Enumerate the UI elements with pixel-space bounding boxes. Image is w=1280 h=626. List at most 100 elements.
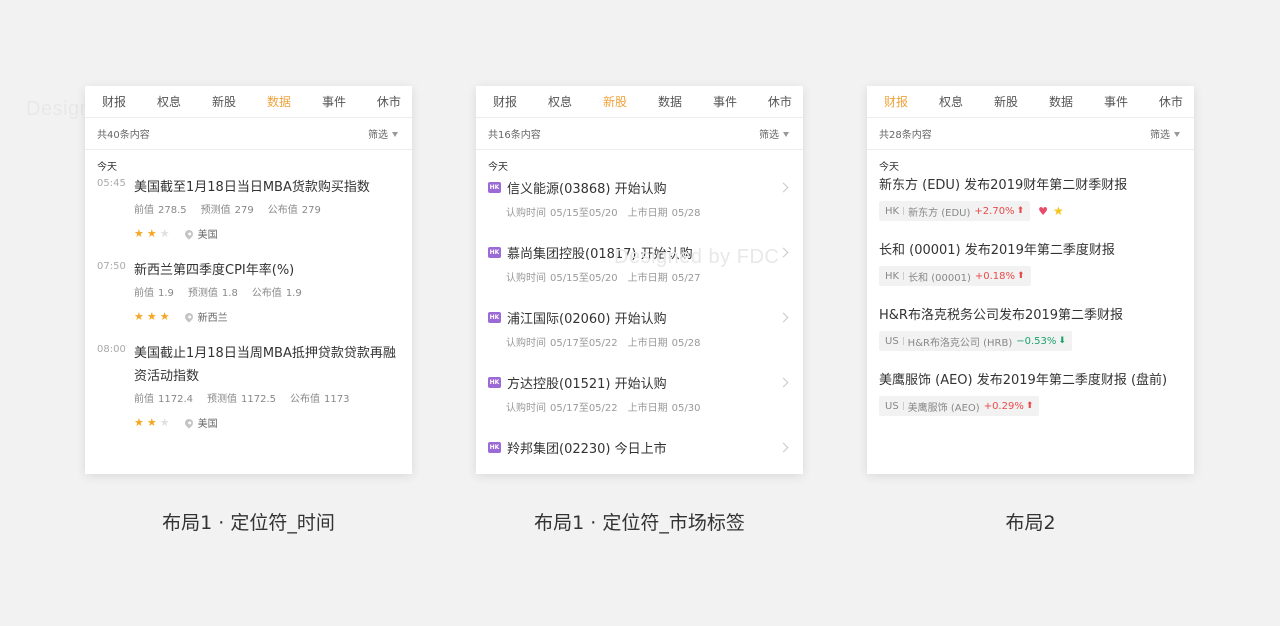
ipo-name: 方达控股(01521) 开始认购	[507, 376, 667, 392]
item-count: 共40条内容	[97, 130, 150, 141]
value-pair: 预测值 1172.5	[207, 390, 276, 405]
ipo-item[interactable]: HK 信义能源(03868) 开始认购 认购时间 05/15至05/20 上市日期 05/…	[476, 176, 803, 219]
tab-5[interactable]: 休市	[768, 93, 792, 110]
ipo-list: HK 信义能源(03868) 开始认购 认购时间 05/15至05/20 上市日期 05/…	[476, 176, 803, 458]
tab-3[interactable]: 数据	[658, 93, 682, 110]
ipo-item[interactable]: HK 羚邦集团(02230) 今日上市	[476, 436, 803, 458]
event-item[interactable]: 07:50 新西兰第四季度CPI年率(%) 前值 1.9 预测值 1.8 公布值 1.9 ★ ★ ★…	[85, 259, 412, 324]
star-icon: ★	[159, 310, 170, 323]
star-icon: ★	[134, 310, 144, 323]
hk-market-tag: HK	[488, 376, 501, 388]
stock-tag[interactable]: US 美鹰服饰 (AEO) +0.29% ⬆	[879, 396, 1040, 416]
listing-date: 上市日期 05/30	[628, 399, 701, 414]
value-label: 前值	[134, 205, 154, 216]
chevron-right-icon[interactable]	[778, 377, 789, 387]
value-number: 278.5	[158, 205, 187, 216]
category-tabs: 财报 权息 新股 数据 事件 休市	[867, 86, 1194, 117]
value-pair: 前值 278.5	[134, 201, 187, 216]
tab-2[interactable]: 新股	[212, 93, 236, 110]
chevron-right-icon[interactable]	[778, 247, 789, 257]
layout2-earnings-card: 财报 权息 新股 数据 事件 休市 共28条内容 筛选 今天 新东方 (EDU) 发布20…	[867, 86, 1194, 474]
tab-1[interactable]: 权息	[939, 93, 963, 110]
tab-4[interactable]: 事件	[713, 93, 737, 110]
filter-button[interactable]: 筛选	[1150, 126, 1180, 141]
subscription-label: 认购时间	[506, 338, 546, 349]
listing-value: 05/27	[671, 273, 701, 284]
event-item[interactable]: 05:45 美国截至1月18日当日MBA货款购买指数 前值 278.5 预测值 279 公布…	[85, 176, 412, 241]
listing-value: 05/30	[671, 403, 701, 414]
section-today: 今天	[879, 162, 899, 173]
value-number: 279	[301, 205, 321, 216]
divider	[903, 207, 905, 215]
tab-0[interactable]: 财报	[493, 93, 517, 110]
earnings-item[interactable]: H&R布洛克税务公司发布2019第二季财报 US H&R布洛克公司 (HRB) −0.…	[867, 306, 1194, 351]
stock-tag[interactable]: HK 新东方 (EDU) +2.70% ⬆	[879, 201, 1031, 221]
filter-button[interactable]: 筛选	[368, 126, 398, 141]
listing-label: 上市日期	[627, 273, 668, 284]
chevron-right-icon[interactable]	[778, 182, 789, 192]
listing-value: 05/28	[671, 338, 701, 349]
section-today: 今天	[488, 162, 508, 173]
value-label: 预测值	[207, 394, 237, 405]
heart-icon[interactable]: ♥	[1038, 205, 1048, 218]
tab-1[interactable]: 权息	[157, 93, 181, 110]
filter-button[interactable]: 筛选	[759, 126, 789, 141]
price-change: +0.18%	[974, 270, 1016, 282]
ipo-item[interactable]: HK 方达控股(01521) 开始认购 认购时间 05/17至05/22 上市日期 05/…	[476, 371, 803, 414]
listing-date: 上市日期 05/28	[628, 204, 701, 219]
category-tabs: 财报 权息 新股 数据 事件 休市	[476, 86, 803, 117]
listing-label: 上市日期	[627, 208, 668, 219]
star-icon: ★	[146, 227, 157, 240]
ipo-header: HK 方达控股(01521) 开始认购	[488, 371, 789, 393]
event-time: 05:45	[97, 178, 126, 189]
event-item[interactable]: 08:00 美国截止1月18日当周MBA抵押贷款贷款再融资活动指数 前值 1172.4…	[85, 342, 412, 430]
importance-row: ★ ★ ★ 美国	[134, 226, 402, 241]
tab-0[interactable]: 财报	[884, 93, 908, 110]
ipo-item[interactable]: HK 浦江国际(02060) 开始认购 认购时间 05/17至05/22 上市日期 05/…	[476, 306, 803, 349]
earnings-item[interactable]: 美鹰服饰 (AEO) 发布2019年第二季度财报 (盘前) US 美鹰服饰 (AEO…	[867, 371, 1194, 416]
value-pair: 预测值 1.8	[188, 284, 238, 299]
stock-tag[interactable]: US H&R布洛克公司 (HRB) −0.53% ⬇	[879, 331, 1072, 351]
stock-name: 美鹰服饰 (AEO)	[907, 402, 980, 414]
market-code: US	[885, 400, 899, 412]
value-pair: 预测值 279	[201, 201, 254, 216]
chevron-right-icon[interactable]	[778, 442, 789, 452]
ipo-item[interactable]: HK 慕尚集团控股(01817) 开始认购 认购时间 05/15至05/20 上市日期 0…	[476, 241, 803, 284]
arrow-up-icon: ⬆	[1025, 401, 1034, 411]
stock-tag[interactable]: HK 长和 (00001) +0.18% ⬆	[879, 266, 1031, 286]
price-change: +2.70%	[974, 205, 1015, 217]
caption-layout1-time: 布局1 · 定位符_时间	[162, 512, 335, 534]
tab-3[interactable]: 数据	[267, 93, 291, 110]
caption-layout2: 布局2	[1005, 512, 1056, 534]
event-values: 前值 1.9 预测值 1.8 公布值 1.9	[134, 284, 402, 299]
location-pin-icon	[182, 227, 195, 240]
chevron-right-icon[interactable]	[778, 312, 789, 322]
section-today: 今天	[97, 162, 117, 173]
tab-0[interactable]: 财报	[102, 93, 126, 110]
tab-4[interactable]: 事件	[322, 93, 346, 110]
tab-2[interactable]: 新股	[603, 93, 627, 110]
stock-tag-row: HK 新东方 (EDU) +2.70% ⬆ ♥ ★	[879, 201, 1184, 221]
value-pair: 公布值 1173	[290, 390, 349, 405]
market-code: HK	[885, 270, 900, 282]
tab-1[interactable]: 权息	[548, 93, 572, 110]
star-icon: ★	[134, 416, 144, 429]
tab-5[interactable]: 休市	[377, 93, 401, 110]
earnings-list: 新东方 (EDU) 发布2019财年第二财季财报 HK 新东方 (EDU) +2.70…	[867, 176, 1194, 416]
subscription-value: 05/17至05/22	[550, 338, 618, 349]
star-icon[interactable]: ★	[1053, 204, 1064, 218]
value-number: 1172.4	[158, 394, 193, 405]
value-label: 公布值	[267, 205, 298, 216]
tab-4[interactable]: 事件	[1104, 93, 1128, 110]
earnings-item[interactable]: 长和 (00001) 发布2019年第二季度财报 HK 长和 (00001) +0.1…	[867, 241, 1194, 286]
subscription-period: 认购时间 05/15至05/20	[506, 204, 618, 219]
event-region: 美国	[197, 419, 218, 430]
filter-label: 筛选	[759, 130, 779, 141]
caption-layout1-market-tag: 布局1 · 定位符_市场标签	[534, 512, 745, 534]
tab-2[interactable]: 新股	[994, 93, 1018, 110]
tab-5[interactable]: 休市	[1159, 93, 1183, 110]
tab-3[interactable]: 数据	[1049, 93, 1073, 110]
hk-market-tag: HK	[488, 441, 501, 453]
earnings-item[interactable]: 新东方 (EDU) 发布2019财年第二财季财报 HK 新东方 (EDU) +2.70…	[867, 176, 1194, 221]
value-number: 1173	[324, 394, 350, 405]
